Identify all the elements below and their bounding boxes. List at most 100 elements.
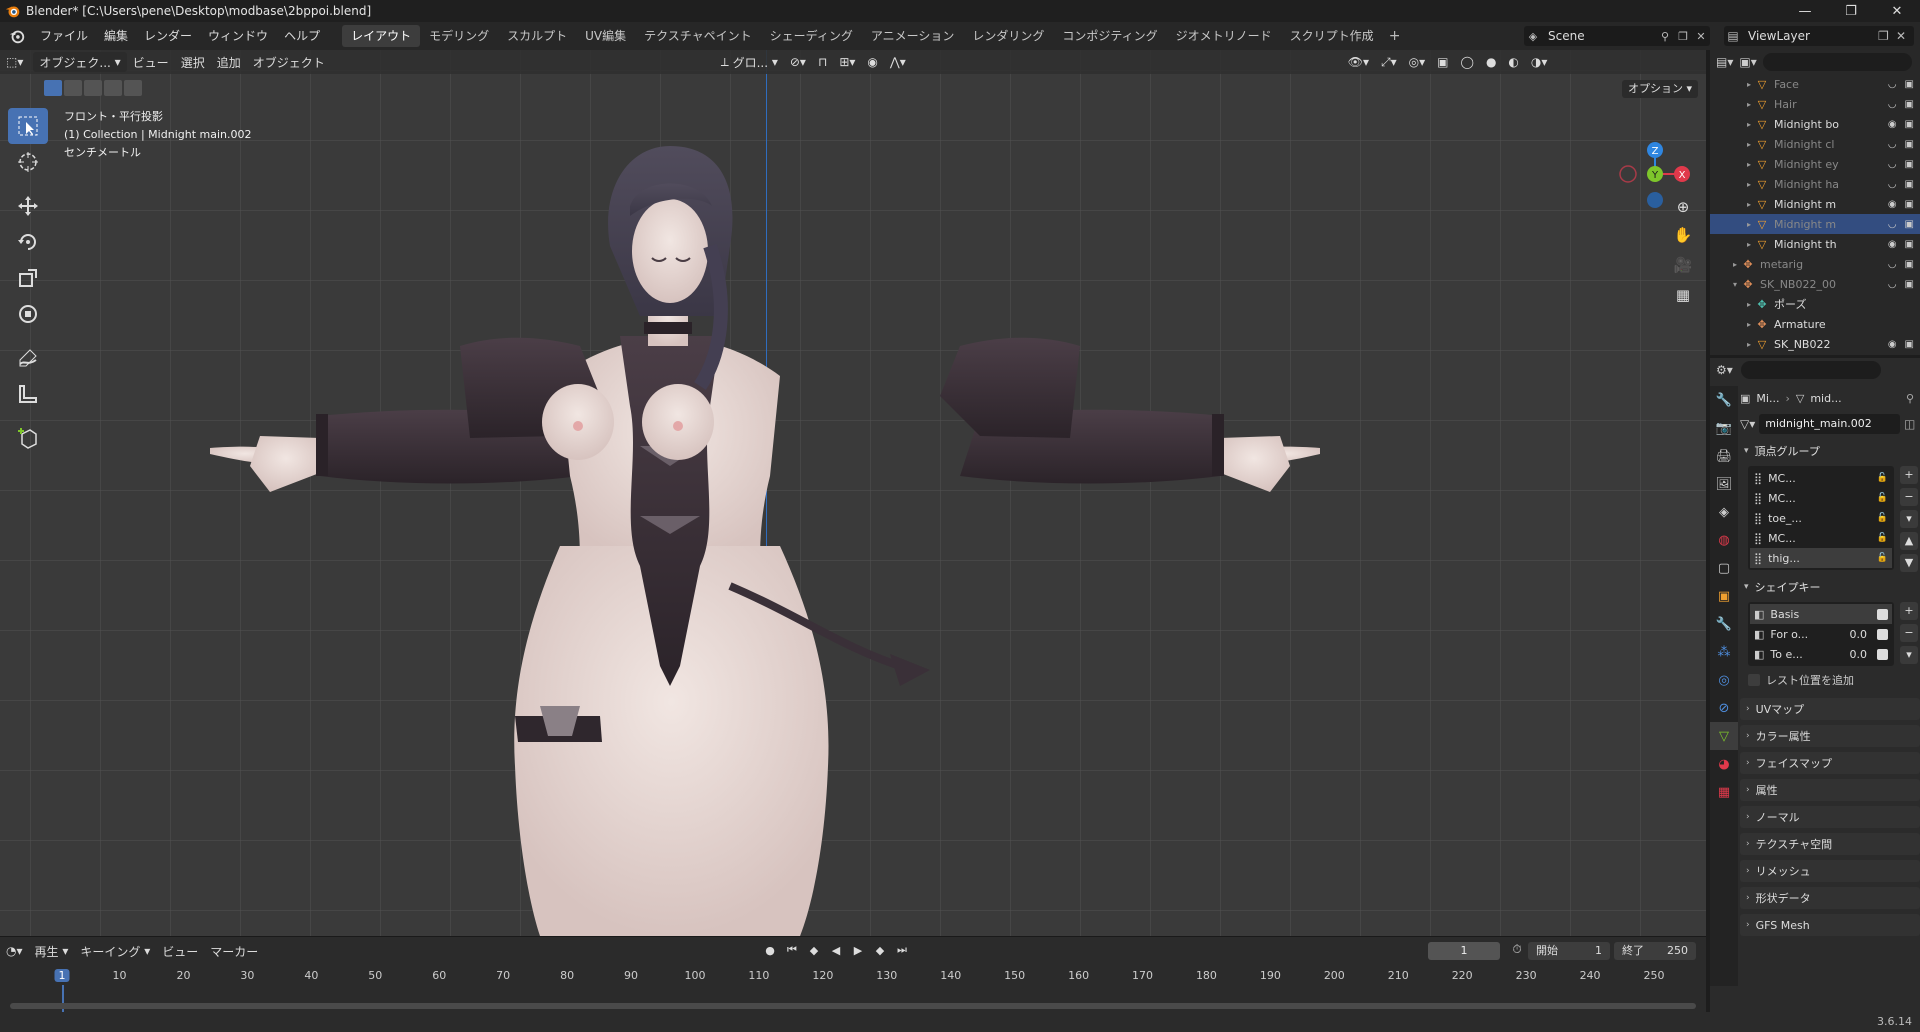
menu-help[interactable]: ヘルプ	[276, 22, 328, 50]
eye-icon[interactable]: ◉	[1888, 199, 1897, 210]
outliner-row[interactable]: ▸ ▽ Midnight cl ◡ ▣	[1710, 134, 1920, 154]
checkbox-box[interactable]	[1748, 674, 1760, 686]
outliner-item-name[interactable]: Armature	[1774, 318, 1874, 331]
shape-key-mute-checkbox[interactable]	[1877, 628, 1888, 640]
eye-icon[interactable]: ◉	[1888, 119, 1897, 130]
add-shape-key-icon[interactable]: +	[1900, 602, 1918, 620]
tab-modeling[interactable]: モデリング	[420, 25, 498, 47]
vertex-group-row[interactable]: ⣿ MC... 🔓	[1750, 468, 1892, 488]
outliner[interactable]: ▤▾ ▣▾ ▸ ▽ Face ◡ ▣ ▸ ▽ Hair ◡ ▣ ▸ ▽ Midnight bo ◉ ▣ ▸ ▽ M…	[1710, 50, 1920, 355]
zoom-icon[interactable]: ⊕	[1670, 194, 1696, 220]
expand-arrow-icon[interactable]: ▸	[1744, 160, 1754, 169]
tab-animation[interactable]: アニメーション	[862, 25, 964, 47]
menu-object[interactable]: オブジェクト	[247, 52, 331, 72]
end-frame-field[interactable]: 終了 250	[1614, 942, 1696, 960]
collapsed-panel-header[interactable]: › ノーマル	[1740, 806, 1920, 828]
outliner-row[interactable]: ▸ ▽ Midnight th ◉ ▣	[1710, 234, 1920, 254]
eye-icon[interactable]: ◉	[1888, 239, 1897, 250]
remove-shape-key-icon[interactable]: −	[1900, 624, 1918, 642]
tab-compositing[interactable]: コンポジティング	[1053, 25, 1166, 47]
new-view-layer-icon[interactable]: ❐	[1878, 29, 1896, 43]
shape-key-name[interactable]: To e...	[1770, 648, 1802, 661]
tab-shading[interactable]: シェーディング	[761, 25, 862, 47]
expand-arrow-icon[interactable]: ▸	[1744, 300, 1754, 309]
move-down-icon[interactable]: ▼	[1900, 554, 1918, 572]
expand-arrow-icon[interactable]: ▸	[1730, 260, 1740, 269]
outliner-row[interactable]: ▸ ▽ Midnight bo ◉ ▣	[1710, 114, 1920, 134]
render-camera-icon[interactable]: ▣	[1905, 99, 1914, 110]
outliner-item-name[interactable]: Hair	[1774, 98, 1874, 111]
move-tool[interactable]	[8, 188, 48, 224]
menu-timeline-view[interactable]: ビュー	[156, 941, 204, 961]
pin-icon[interactable]: ⚲	[1656, 30, 1674, 43]
transform-orientation[interactable]: ⟂ グロ... ▾	[715, 52, 784, 72]
outliner-row[interactable]: ▸ ✥ Armature	[1710, 314, 1920, 334]
outliner-editor-type-icon[interactable]: ▤▾	[1716, 55, 1733, 69]
3d-viewport[interactable]: ⬚▾ オブジェク... ▾ ビュー 選択 追加 オブジェクト ⟂ グロ... ▾…	[0, 50, 1706, 936]
vertex-group-name[interactable]: thig...	[1768, 552, 1800, 565]
properties-search-input[interactable]	[1740, 361, 1881, 379]
outliner-row[interactable]: ▸ ▽ Hair ◡ ▣	[1710, 94, 1920, 114]
fake-user-icon[interactable]: ◫	[1904, 417, 1920, 431]
outliner-row[interactable]: ▸ ✥ metarig ◡ ▣	[1710, 254, 1920, 274]
vertex-groups-list[interactable]: + − ▾ ▲ ▼ ⣿ MC... 🔓 ⣿ MC... 🔓 ⣿ toe_... 🔓 ⣿ MC... 🔓…	[1748, 466, 1918, 572]
render-camera-icon[interactable]: ▣	[1905, 179, 1914, 190]
tab-scene-icon[interactable]: ◈	[1710, 498, 1738, 526]
overlay-toggle-icon[interactable]: ◎▾	[1403, 52, 1432, 72]
menu-marker[interactable]: マーカー	[204, 941, 264, 961]
breadcrumb-data[interactable]: mid...	[1810, 392, 1841, 405]
hidden-eye-icon[interactable]: ◡	[1888, 259, 1897, 270]
proportional-edit-icon[interactable]: ◉	[861, 52, 883, 72]
render-camera-icon[interactable]: ▣	[1905, 159, 1914, 170]
vertex-group-name[interactable]: toe_...	[1768, 512, 1802, 525]
collapsed-panel-header[interactable]: › フェイスマップ	[1740, 752, 1920, 774]
menu-edit[interactable]: 編集	[96, 22, 136, 50]
snap-target-icon[interactable]: ⊞▾	[833, 52, 861, 72]
rendered-shading-icon[interactable]: ◑▾	[1525, 52, 1554, 72]
tab-uv-editing[interactable]: UV編集	[576, 25, 635, 47]
render-camera-icon[interactable]: ▣	[1905, 339, 1914, 350]
tab-collection-icon[interactable]: ▢	[1710, 554, 1738, 582]
vertex-group-row[interactable]: ⣿ thig... 🔓	[1750, 548, 1892, 568]
vertex-group-row[interactable]: ⣿ MC... 🔓	[1750, 488, 1892, 508]
vertex-group-name[interactable]: MC...	[1768, 532, 1796, 545]
outliner-row[interactable]: ▸ ▽ Midnight m ◉ ▣	[1710, 194, 1920, 214]
tab-sculpt[interactable]: スカルプト	[498, 25, 576, 47]
menu-playback[interactable]: 再生 ▾	[29, 941, 75, 961]
render-camera-icon[interactable]: ▣	[1905, 259, 1914, 270]
unlock-icon[interactable]: 🔓	[1877, 513, 1888, 523]
remove-view-layer-icon[interactable]: ✕	[1896, 29, 1914, 43]
character-model[interactable]	[200, 146, 1340, 936]
outliner-search-input[interactable]	[1762, 53, 1912, 71]
tab-view-layer-icon[interactable]: 🖼	[1710, 470, 1738, 498]
tab-output-icon[interactable]: 🖨	[1710, 442, 1738, 470]
tab-material-icon[interactable]: ◕	[1710, 750, 1738, 778]
outliner-item-name[interactable]: Midnight cl	[1774, 138, 1874, 151]
annotate-tool[interactable]	[8, 340, 48, 376]
jump-start-icon[interactable]: ⏮	[782, 941, 802, 959]
tab-render-icon[interactable]: 📷	[1710, 414, 1738, 442]
tab-physics-icon[interactable]: ◎	[1710, 666, 1738, 694]
menu-file[interactable]: ファイル	[32, 22, 96, 50]
minimize-button[interactable]: —	[1782, 0, 1828, 22]
shape-key-menu-icon[interactable]: ▾	[1900, 646, 1918, 664]
xray-icon[interactable]: ▣	[1431, 52, 1454, 72]
shape-key-row[interactable]: ◧ To e... 0.0	[1750, 644, 1892, 664]
play-icon[interactable]: ▶	[848, 941, 868, 959]
collapsed-panel-header[interactable]: › カラー属性	[1740, 725, 1920, 747]
outliner-item-name[interactable]: ポーズ	[1774, 296, 1874, 312]
unlock-icon[interactable]: 🔓	[1877, 473, 1888, 483]
outliner-row[interactable]: ▸ ▽ SK_NB022 ◉ ▣	[1710, 334, 1920, 354]
expand-arrow-icon[interactable]: ▸	[1744, 80, 1754, 89]
expand-arrow-icon[interactable]: ▸	[1744, 340, 1754, 349]
render-camera-icon[interactable]: ▣	[1905, 139, 1914, 150]
stopwatch-icon[interactable]: ⏱	[1508, 942, 1526, 960]
outliner-row[interactable]: ▾ ✥ SK_NB022_00 ◡ ▣	[1710, 274, 1920, 294]
render-camera-icon[interactable]: ▣	[1905, 279, 1914, 290]
vertex-group-name[interactable]: MC...	[1768, 492, 1796, 505]
camera-view-icon[interactable]: 🎥	[1670, 252, 1696, 278]
add-cube-tool[interactable]	[8, 420, 48, 456]
scale-tool[interactable]	[8, 260, 48, 296]
expand-arrow-icon[interactable]: ▸	[1744, 200, 1754, 209]
render-camera-icon[interactable]: ▣	[1905, 199, 1914, 210]
